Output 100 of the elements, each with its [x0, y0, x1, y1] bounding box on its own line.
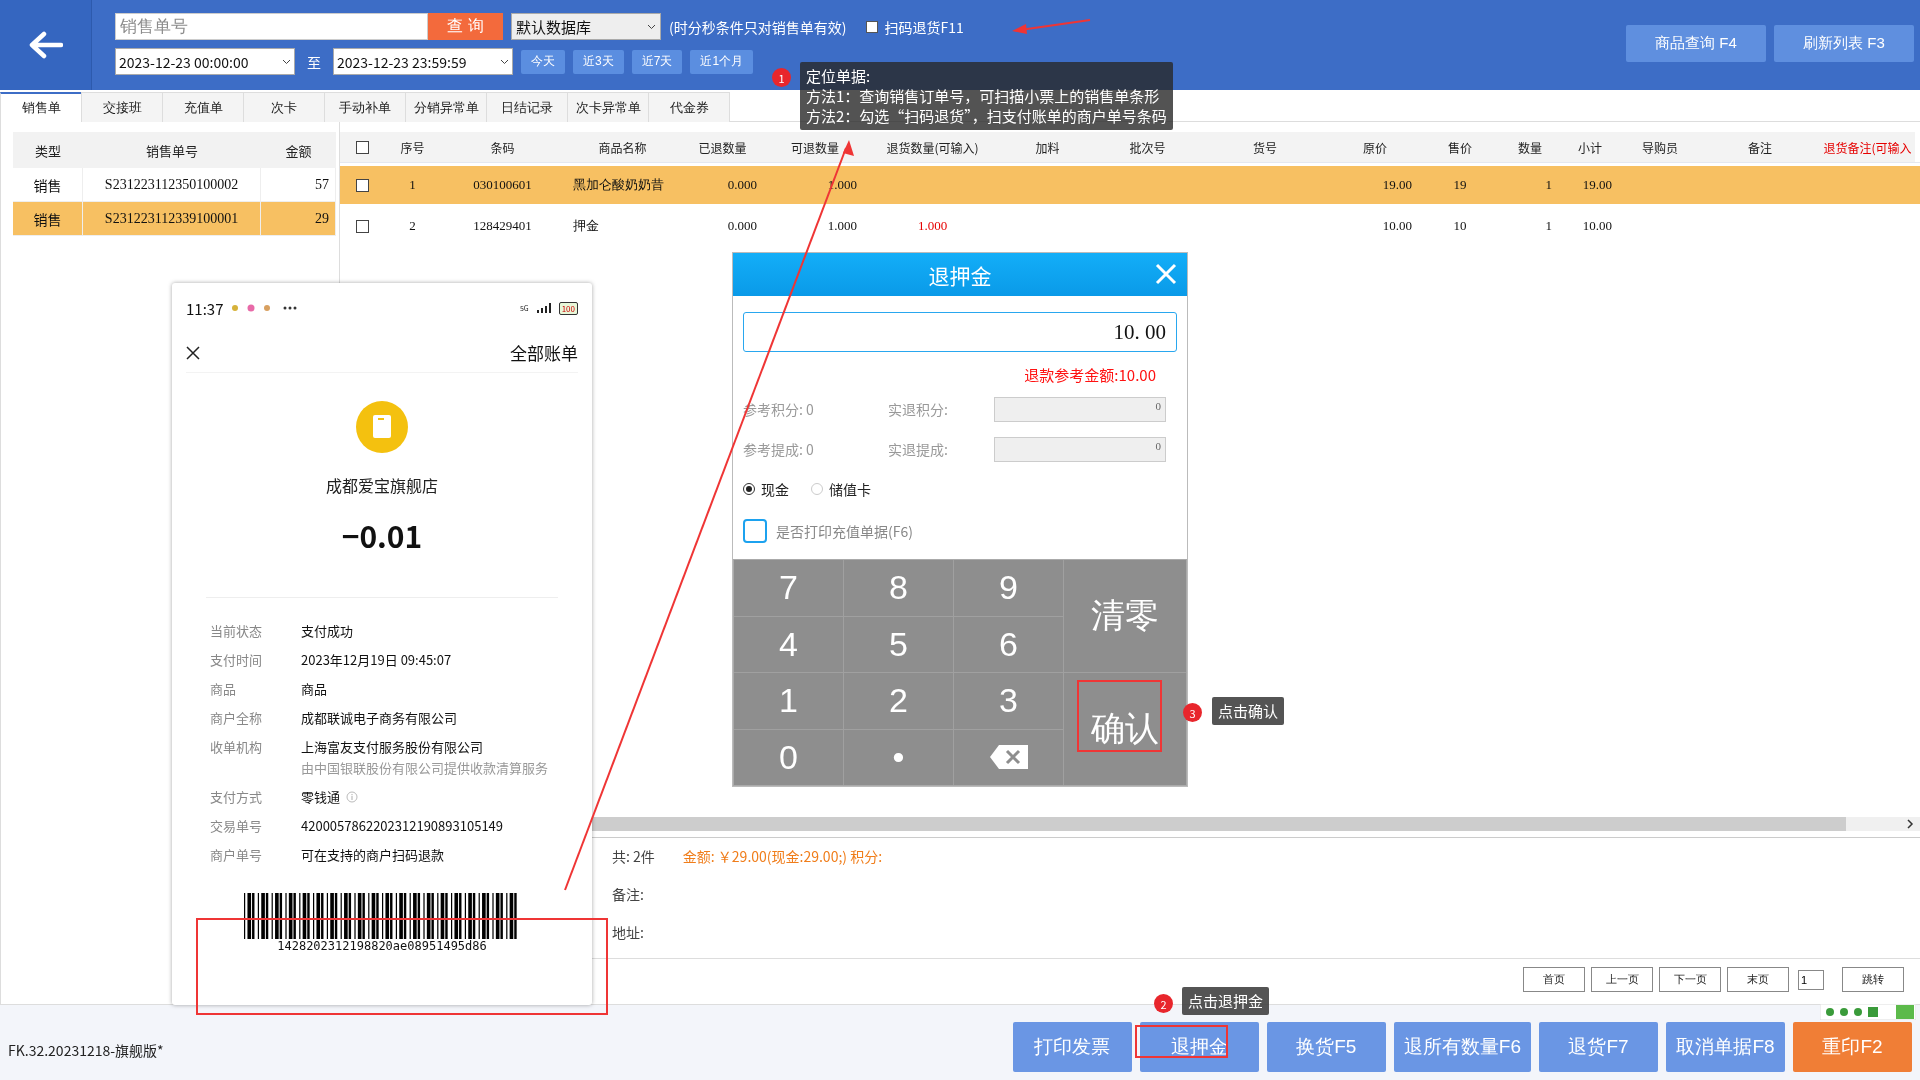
table-cell: 1 [1545, 177, 1552, 193]
tab[interactable]: 次卡 [243, 92, 325, 122]
bag-icon [356, 401, 408, 453]
column-header: 货号 [1253, 138, 1277, 156]
column-header: 商品名称 [598, 138, 647, 156]
row-checkbox[interactable] [356, 219, 369, 233]
detail-value: 零钱通 [301, 787, 340, 806]
caret-icon [282, 58, 291, 65]
column-header: 数量 [1518, 138, 1542, 156]
table-cell: 1 [409, 177, 416, 193]
column-header: 导购员 [1642, 138, 1678, 156]
backspace-key[interactable] [954, 729, 1063, 785]
tray-icons-drawing[interactable] [1820, 1004, 1916, 1020]
detail-value: 成都联诚电子商务有限公司 [301, 708, 457, 727]
print-receipt-checkbox[interactable]: 是否打印充值单据(F6) [733, 499, 1187, 543]
battery-level: 100 [558, 301, 578, 315]
table-cell: 10.00 [1382, 218, 1412, 234]
field-label: 实退积分: [888, 399, 949, 419]
back-button[interactable] [0, 0, 92, 90]
scan-return-checkbox[interactable]: 扫码退货F11 [866, 16, 964, 37]
start-date-field[interactable]: 2023-12-23 00:00:00 [115, 48, 295, 75]
pager-button[interactable]: 首页 [1523, 967, 1585, 992]
pager-button[interactable]: 上一页 [1591, 967, 1653, 992]
more-icon [283, 306, 298, 310]
tooltip-title: 定位单据: [806, 66, 872, 86]
detail-value: 2023年12月19日 09:45:07 [301, 650, 452, 669]
detail-note: 由中国银联股份有限公司提供收款清算服务 [301, 758, 549, 777]
column-header: 退货数量(可输入) [886, 138, 979, 156]
close-icon[interactable] [186, 345, 200, 360]
table-cell: 0.000 [727, 177, 757, 193]
reference-label: 参考提成: 0 [743, 439, 815, 459]
merchant-name: 成都爱宝旗舰店 [326, 473, 438, 497]
database-select[interactable]: 默认数据库 [511, 13, 661, 40]
all-bills-link[interactable]: 全部账单 [510, 340, 578, 365]
payment-amount: −0.01 [341, 513, 423, 557]
column-header: 金额 [261, 132, 336, 168]
table-cell: 10 [1453, 218, 1467, 234]
tab[interactable]: 代金券 [648, 92, 730, 122]
caret-icon [647, 23, 656, 30]
table-cell: 19.00 [1582, 177, 1612, 193]
tab[interactable]: 分销异常单 [405, 92, 487, 122]
readonly-field: 0 [994, 396, 1166, 422]
payment-radio[interactable]: 现金 [743, 479, 789, 499]
page-number-field[interactable]: 1 [1798, 969, 1824, 990]
table-cell: 030100601 [473, 177, 532, 193]
table-cell[interactable]: 29 [261, 202, 336, 236]
tab[interactable]: 日结记录 [486, 92, 568, 122]
column-header: 售价 [1448, 138, 1472, 156]
pager-button[interactable]: 末页 [1727, 967, 1789, 992]
horizontal-scrollbar[interactable] [590, 817, 1920, 831]
row-checkbox[interactable] [356, 178, 369, 192]
detail-label: 支付方式 [210, 787, 263, 806]
column-header: 备注 [1748, 138, 1772, 156]
jump-button[interactable]: 跳转 [1842, 967, 1904, 992]
table-cell: 19 [1453, 177, 1467, 193]
scroll-right-icon[interactable] [1906, 819, 1914, 829]
barcode-number: 1428202312198820ae08951495d86 [277, 939, 487, 953]
column-header: 条码 [490, 138, 515, 156]
readonly-field: 0 [994, 436, 1166, 462]
tab[interactable]: 销售单 [0, 92, 82, 122]
table-cell[interactable]: 销售 [13, 168, 83, 202]
tab[interactable]: 充值单 [162, 92, 244, 122]
pager-button[interactable]: 下一页 [1659, 967, 1721, 992]
detail-value: 可在支持的商户扫码退款 [301, 845, 444, 864]
hint-text: (时分秒条件只对销售单有效) [669, 16, 847, 37]
end-date-field[interactable]: 2023-12-23 23:59:59 [333, 48, 513, 75]
column-header: 小计 [1578, 138, 1602, 156]
field-label: 实退提成: [888, 439, 949, 459]
column-header: 原价 [1363, 138, 1387, 156]
table-cell: 10.00 [1582, 218, 1612, 234]
payment-radio[interactable]: 储值卡 [811, 479, 871, 499]
tab[interactable]: 次卡异常单 [567, 92, 649, 122]
backspace-icon [988, 744, 1029, 771]
column-header: 销售单号 [83, 132, 261, 168]
address-label: 地址: [612, 922, 644, 942]
tab[interactable]: 交接班 [81, 92, 163, 122]
column-header: 可退数量 [791, 138, 839, 156]
detail-value: 支付成功 [301, 621, 353, 640]
caret-icon [500, 58, 509, 65]
table-cell[interactable]: 销售 [13, 202, 83, 236]
version-text: FK.32.20231218-旗舰版* [8, 1040, 165, 1062]
remark-label: 备注: [612, 884, 644, 904]
table-cell: 1.000 [917, 218, 948, 234]
search-field[interactable]: 销售单号 [115, 13, 428, 40]
tab[interactable]: 手动补单 [324, 92, 406, 122]
table-cell: 19.00 [1382, 177, 1412, 193]
table-cell[interactable]: 57 [261, 168, 336, 202]
detail-label: 收单机构 [210, 737, 263, 758]
tooltip-text: 方法2：勾选“扫码退货”，扫支付账单的商户单号条码 [806, 106, 1167, 126]
table-cell: 黑加仑酸奶奶昔 [573, 176, 664, 194]
tooltip-text: 方法1：查询销售订单号，可扫描小票上的销售单条形 [806, 86, 1161, 106]
table-cell: 128429401 [473, 218, 532, 234]
column-header: 已退数量 [698, 138, 747, 156]
table-cell[interactable]: S231223112339100001 [83, 202, 261, 236]
detail-label: 当前状态 [210, 621, 263, 640]
item-count: 共: 2件 [612, 846, 655, 866]
to-label: 至 [306, 51, 322, 72]
table-cell[interactable]: S231223112350100002 [83, 168, 261, 202]
amount-field[interactable]: 10. 00 [743, 312, 1177, 352]
select-all-checkbox[interactable] [356, 140, 369, 154]
